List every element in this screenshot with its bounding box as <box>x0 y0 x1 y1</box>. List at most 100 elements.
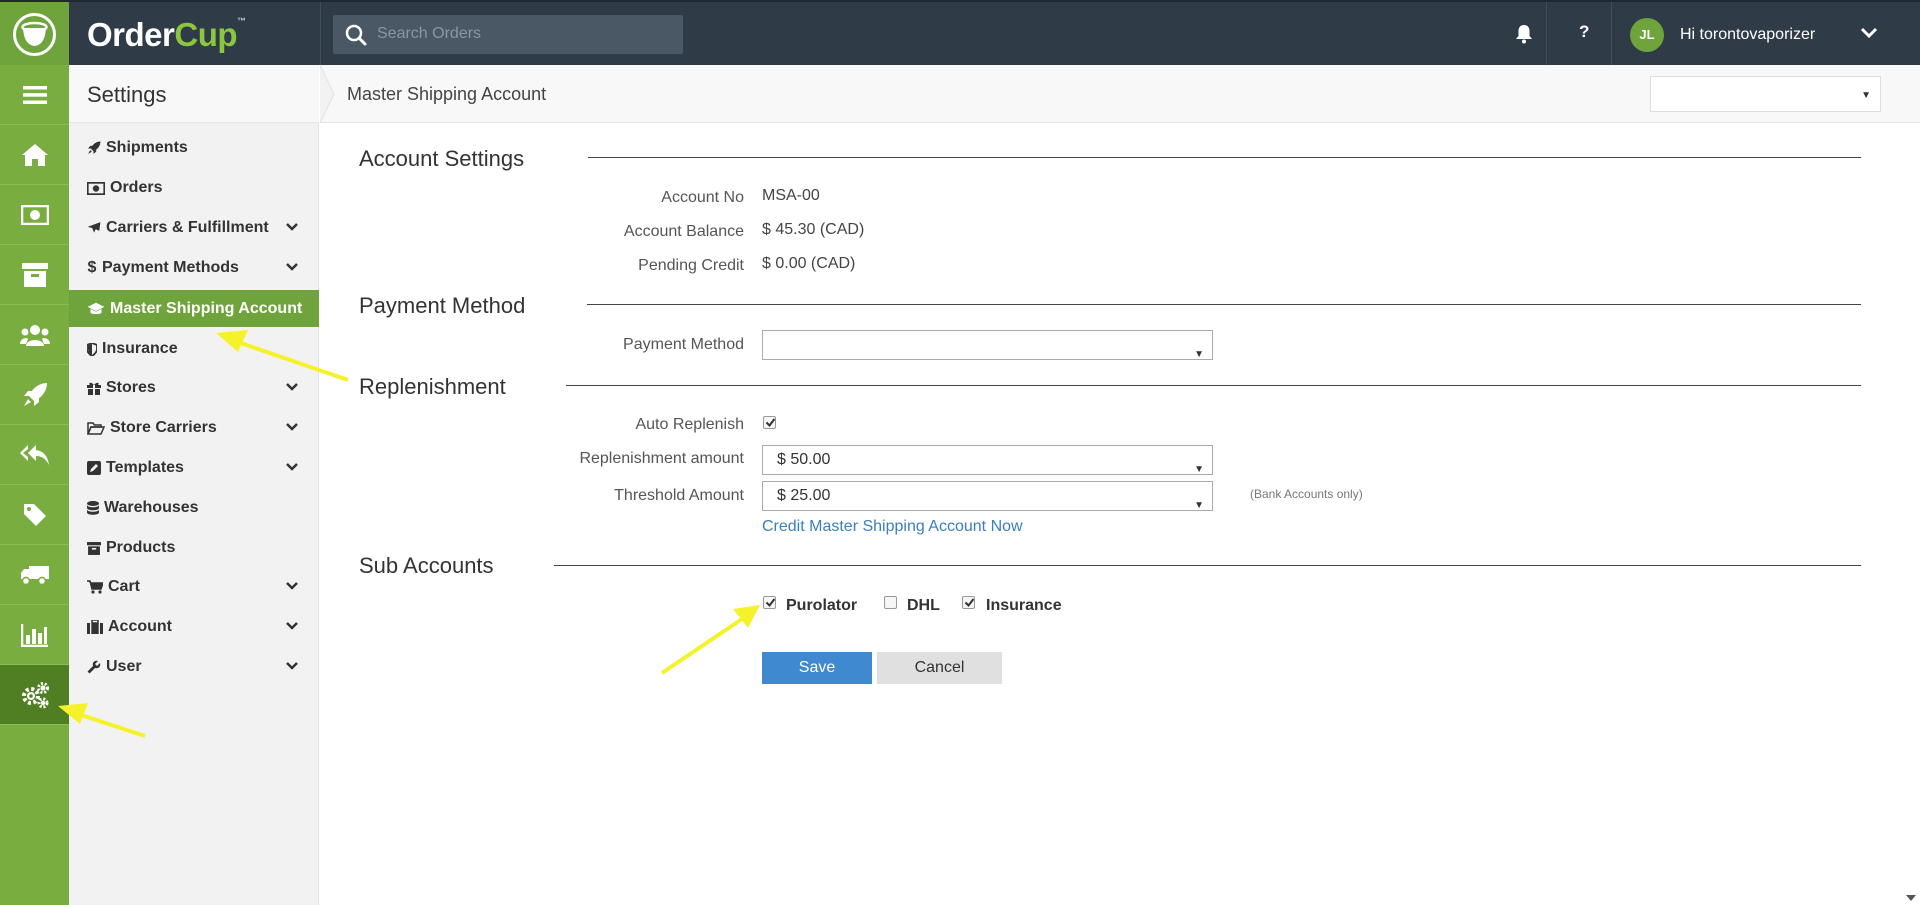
briefcase-icon <box>87 620 103 634</box>
menu-item-products[interactable]: Products <box>69 531 319 565</box>
menu-item-label: Payment Methods <box>102 259 239 276</box>
gift-icon <box>87 381 101 395</box>
dhl-label[interactable]: DHL <box>907 597 940 615</box>
logo-order: Order <box>87 16 175 53</box>
reply-all-icon[interactable] <box>0 425 69 485</box>
menu-item-carriers-fulfillment[interactable]: Carriers & Fulfillment <box>69 211 319 245</box>
account-balance-label: Account Balance <box>623 223 744 240</box>
threshold-amount-value: $ 25.00 <box>777 487 831 504</box>
divider <box>320 2 321 65</box>
section-divider <box>587 304 1861 305</box>
truck-icon[interactable] <box>0 545 69 605</box>
threshold-amount-select[interactable]: $ 25.00 ▼ <box>762 481 1213 511</box>
pending-credit-value: $ 0.00 (CAD) <box>762 255 856 272</box>
credit-account-link[interactable]: Credit Master Shipping Account Now <box>762 518 1023 536</box>
breadcrumb-separator <box>320 65 335 123</box>
menu-item-cart[interactable]: Cart <box>69 570 319 604</box>
sub-accounts-title: Sub Accounts <box>359 553 494 578</box>
check-icon <box>765 598 776 608</box>
avatar[interactable]: JL <box>1630 18 1664 52</box>
section-divider <box>554 565 1861 566</box>
menu-item-label: Orders <box>110 179 163 196</box>
tag-icon[interactable] <box>0 485 69 545</box>
menu-item-label: Products <box>106 539 176 556</box>
payment-method-label: Payment Method <box>623 336 744 353</box>
payment-method-select[interactable]: ▼ <box>762 330 1213 360</box>
menu-item-user[interactable]: User <box>69 650 319 684</box>
chevron-down-icon[interactable] <box>285 581 299 591</box>
purolator-label[interactable]: Purolator <box>786 597 857 615</box>
home-icon[interactable] <box>0 125 69 185</box>
gears-icon[interactable] <box>0 665 69 725</box>
menu-item-warehouses[interactable]: Warehouses <box>69 491 319 525</box>
archive-icon[interactable] <box>0 245 69 305</box>
menu-item-insurance[interactable]: Insurance <box>69 332 319 366</box>
replenishment-amount-select[interactable]: $ 50.00 ▼ <box>762 445 1213 475</box>
menu-item-payment-methods[interactable]: $ Payment Methods <box>69 251 319 285</box>
caret-down-icon: ▼ <box>1861 90 1871 101</box>
caret-down-icon: ▼ <box>1194 500 1204 511</box>
cart-icon <box>87 580 103 594</box>
account-no-value: MSA-00 <box>762 187 820 204</box>
money-icon[interactable] <box>0 185 69 245</box>
bar-chart-icon[interactable] <box>0 605 69 665</box>
menu-icon[interactable] <box>0 65 69 125</box>
page-title: Master Shipping Account <box>347 84 547 104</box>
edit-icon <box>87 461 101 475</box>
database-icon <box>87 501 99 515</box>
rocket-icon[interactable] <box>0 365 69 425</box>
menu-item-label: Master Shipping Account <box>110 299 303 317</box>
save-button[interactable]: Save <box>762 652 872 684</box>
users-icon[interactable] <box>0 305 69 365</box>
search-box[interactable] <box>333 15 683 54</box>
account-balance-value: $ 45.30 (CAD) <box>762 221 865 238</box>
purolator-checkbox[interactable] <box>763 596 776 609</box>
insurance-checkbox[interactable] <box>962 596 975 609</box>
menu-item-label: Carriers & Fulfillment <box>106 219 269 236</box>
wrench-icon <box>87 660 101 674</box>
menu-item-orders[interactable]: Orders <box>69 171 319 205</box>
help-icon[interactable]: ? <box>1579 22 1589 42</box>
chevron-down-icon[interactable] <box>285 222 299 232</box>
menu-item-label: Warehouses <box>104 499 199 516</box>
app-logo[interactable]: OrderCup™ <box>87 16 246 54</box>
search-input[interactable] <box>377 23 667 45</box>
bell-icon[interactable] <box>1515 24 1533 44</box>
chevron-down-icon[interactable] <box>285 262 299 272</box>
menu-item-account[interactable]: Account <box>69 610 319 644</box>
menu-item-master-shipping-account[interactable]: Master Shipping Account <box>69 290 319 327</box>
shield-icon <box>87 342 97 356</box>
menu-item-store-carriers[interactable]: Store Carriers <box>69 411 319 445</box>
caret-down-icon: ▼ <box>1194 349 1204 360</box>
section-divider <box>588 157 1861 158</box>
chevron-down-icon[interactable] <box>285 462 299 472</box>
scrollbar[interactable] <box>1902 123 1920 905</box>
menu-item-templates[interactable]: Templates <box>69 451 319 485</box>
logo-mark[interactable] <box>0 2 69 65</box>
chevron-down-icon[interactable] <box>285 422 299 432</box>
rocket-icon <box>87 141 101 155</box>
pending-credit-label: Pending Credit <box>638 257 744 274</box>
chevron-down-icon[interactable] <box>1860 26 1878 40</box>
menu-item-stores[interactable]: Stores <box>69 371 319 405</box>
dhl-checkbox[interactable] <box>884 596 897 609</box>
check-icon <box>765 418 776 428</box>
menu-item-label: Shipments <box>106 139 188 156</box>
insurance-label[interactable]: Insurance <box>986 597 1062 615</box>
account-no-label: Account No <box>661 189 744 206</box>
cancel-button[interactable]: Cancel <box>877 652 1002 684</box>
plane-icon <box>87 221 101 235</box>
auto-replenish-checkbox[interactable] <box>763 416 776 429</box>
folder-open-icon <box>87 421 105 435</box>
chevron-down-icon[interactable] <box>285 661 299 671</box>
chevron-down-icon[interactable] <box>285 621 299 631</box>
chevron-down-icon[interactable] <box>285 382 299 392</box>
divider <box>1546 2 1547 65</box>
user-greeting[interactable]: Hi torontovaporizer <box>1680 26 1815 44</box>
settings-menu: Settings Shipments Orders Carriers & Ful… <box>69 65 319 905</box>
breadcrumb: Master Shipping Account ▼ <box>320 65 1920 123</box>
menu-item-shipments[interactable]: Shipments <box>69 131 319 165</box>
location-select[interactable]: ▼ <box>1650 76 1881 112</box>
scroll-down-icon[interactable] <box>1906 895 1916 901</box>
archive-icon <box>87 541 101 555</box>
